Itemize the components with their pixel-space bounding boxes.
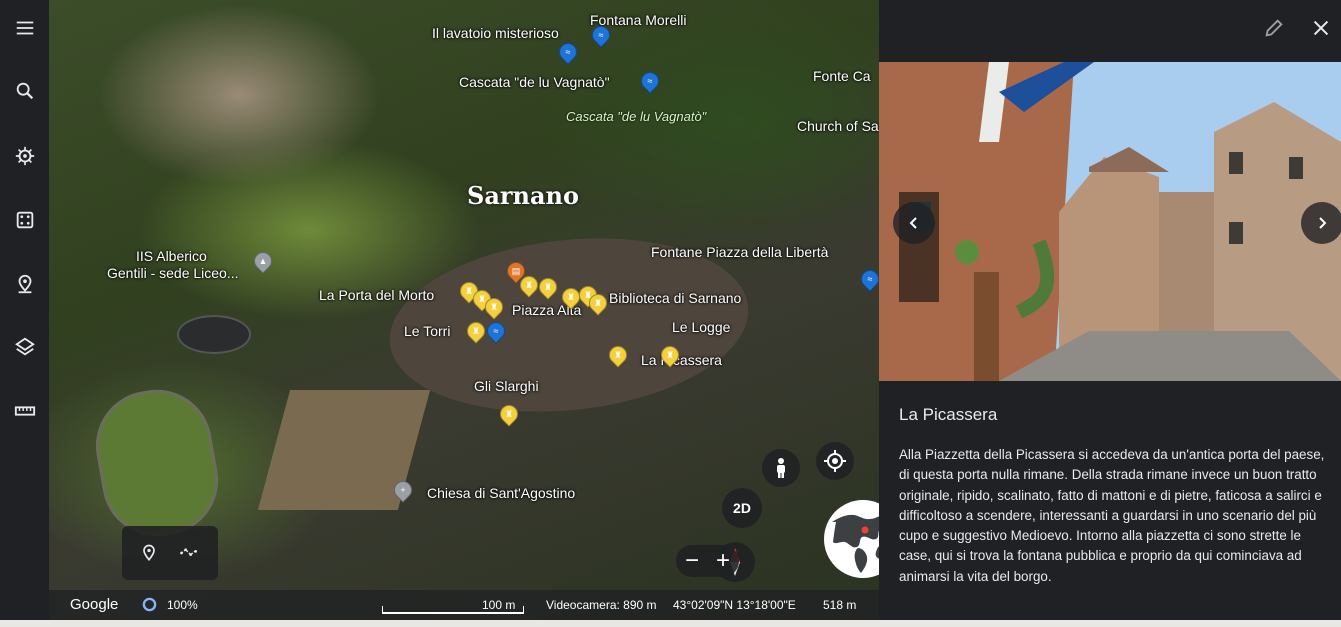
projects-pin-icon [18, 274, 31, 294]
poi-label-biblioteca[interactable]: Biblioteca di Sarnano [609, 290, 741, 306]
poi-label-church[interactable]: Church of Sa [797, 118, 879, 134]
toggle-2d-button[interactable]: 2D [722, 488, 762, 528]
crosshair-icon [824, 450, 846, 472]
google-logo: Google [70, 596, 119, 613]
town-label: Sarnano [467, 181, 579, 210]
poi-label-picassera[interactable]: La Picassera [641, 352, 722, 368]
stadium [177, 315, 251, 354]
search-button[interactable] [0, 71, 49, 111]
coordinates: 43°02'09"N 13°18'00"E [673, 598, 796, 612]
menu-icon [16, 21, 33, 35]
poi-label-lavatoio[interactable]: Il lavatoio misterioso [432, 25, 559, 41]
place-title: La Picassera [899, 405, 998, 424]
fountain-pin-icon[interactable]: ≈ [555, 39, 581, 65]
zoom-in-button[interactable]: + [709, 547, 737, 575]
globe-icon [825, 501, 879, 577]
photo-next-button[interactable] [1301, 202, 1341, 244]
place-description: Alla Piazzetta della Picassera si accede… [899, 447, 1325, 584]
poi-label-iis-line1[interactable]: IIS Alberico [136, 248, 207, 264]
fountain-pin-icon[interactable]: ≈ [857, 266, 879, 292]
photo-prev-button[interactable] [893, 202, 935, 244]
edit-button[interactable] [1263, 17, 1285, 44]
path-icon [180, 548, 197, 556]
poi-label-fontane[interactable]: Fontane Piazza della Libertà [651, 244, 828, 260]
camera-altitude: Videocamera: 890 m [546, 598, 657, 612]
draw-path-button[interactable] [176, 540, 202, 566]
taskbar-edge [0, 620, 1341, 627]
zoom-out-button[interactable]: − [678, 547, 706, 575]
poi-label-chiesa[interactable]: Chiesa di Sant'Agostino [427, 485, 575, 501]
layers-icon [14, 337, 35, 356]
voyager-button[interactable] [0, 136, 49, 176]
sports-field [87, 381, 227, 545]
my-location-button[interactable] [816, 442, 854, 480]
loading-ring-icon [142, 598, 157, 612]
measure-button[interactable] [0, 391, 49, 431]
search-icon [16, 82, 33, 100]
poi-label-cascata[interactable]: Cascata "de lu Vagnatò" [459, 74, 610, 90]
school-pin-icon[interactable]: ▲ [250, 248, 276, 274]
placemark-icon [143, 544, 155, 561]
knowledge-card: La Picassera Alla Piazzetta della Picass… [879, 0, 1341, 620]
scale-bar [382, 606, 524, 614]
close-icon [1313, 20, 1329, 36]
place-photo[interactable] [879, 62, 1341, 381]
poi-label-torri[interactable]: Le Torri [404, 323, 450, 339]
ruler-icon [14, 406, 35, 416]
status-bar: Google 100% 100 m Videocamera: 890 m 43°… [49, 590, 879, 620]
elevation: 518 m [823, 598, 857, 612]
sidebar [0, 0, 49, 627]
feeling-lucky-button[interactable] [0, 200, 49, 240]
poi-label-iis-line2[interactable]: Gentili - sede Liceo... [107, 265, 239, 281]
waterfall-pin-icon[interactable]: ≈ [637, 68, 663, 94]
pegman-icon [777, 458, 785, 478]
globe-minimap[interactable] [824, 500, 879, 578]
drawing-toolbox [122, 526, 218, 580]
poi-label-slarghi[interactable]: Gli Slarghi [474, 378, 539, 394]
menu-button[interactable] [0, 8, 49, 48]
dice-icon [16, 211, 33, 229]
chevron-left-icon [909, 217, 917, 229]
loading-percent: 100% [167, 598, 198, 612]
pencil-icon [1265, 19, 1283, 37]
scale-label: 100 m [482, 598, 516, 612]
poi-label-porta[interactable]: La Porta del Morto [319, 287, 434, 303]
poi-label-fonte[interactable]: Fonte Ca [813, 68, 871, 84]
add-placemark-button[interactable] [136, 540, 162, 566]
street-view-pegman-button[interactable] [762, 449, 800, 487]
poi-label-logge[interactable]: Le Logge [672, 319, 730, 335]
zoom-control: − + [676, 545, 739, 577]
voyager-wheel-icon [15, 146, 34, 166]
close-button[interactable] [1310, 17, 1332, 44]
poi-label-cascata-italic[interactable]: Cascata "de lu Vagnatò" [566, 109, 706, 124]
map-style-button[interactable] [0, 327, 49, 367]
loading-indicator [142, 597, 157, 612]
map-view[interactable]: Sarnano Il lavatoio misterioso Fontana M… [49, 0, 879, 620]
chevron-right-icon [1319, 217, 1327, 229]
street-photo-illustration [879, 62, 1341, 381]
projects-button[interactable] [0, 264, 49, 304]
